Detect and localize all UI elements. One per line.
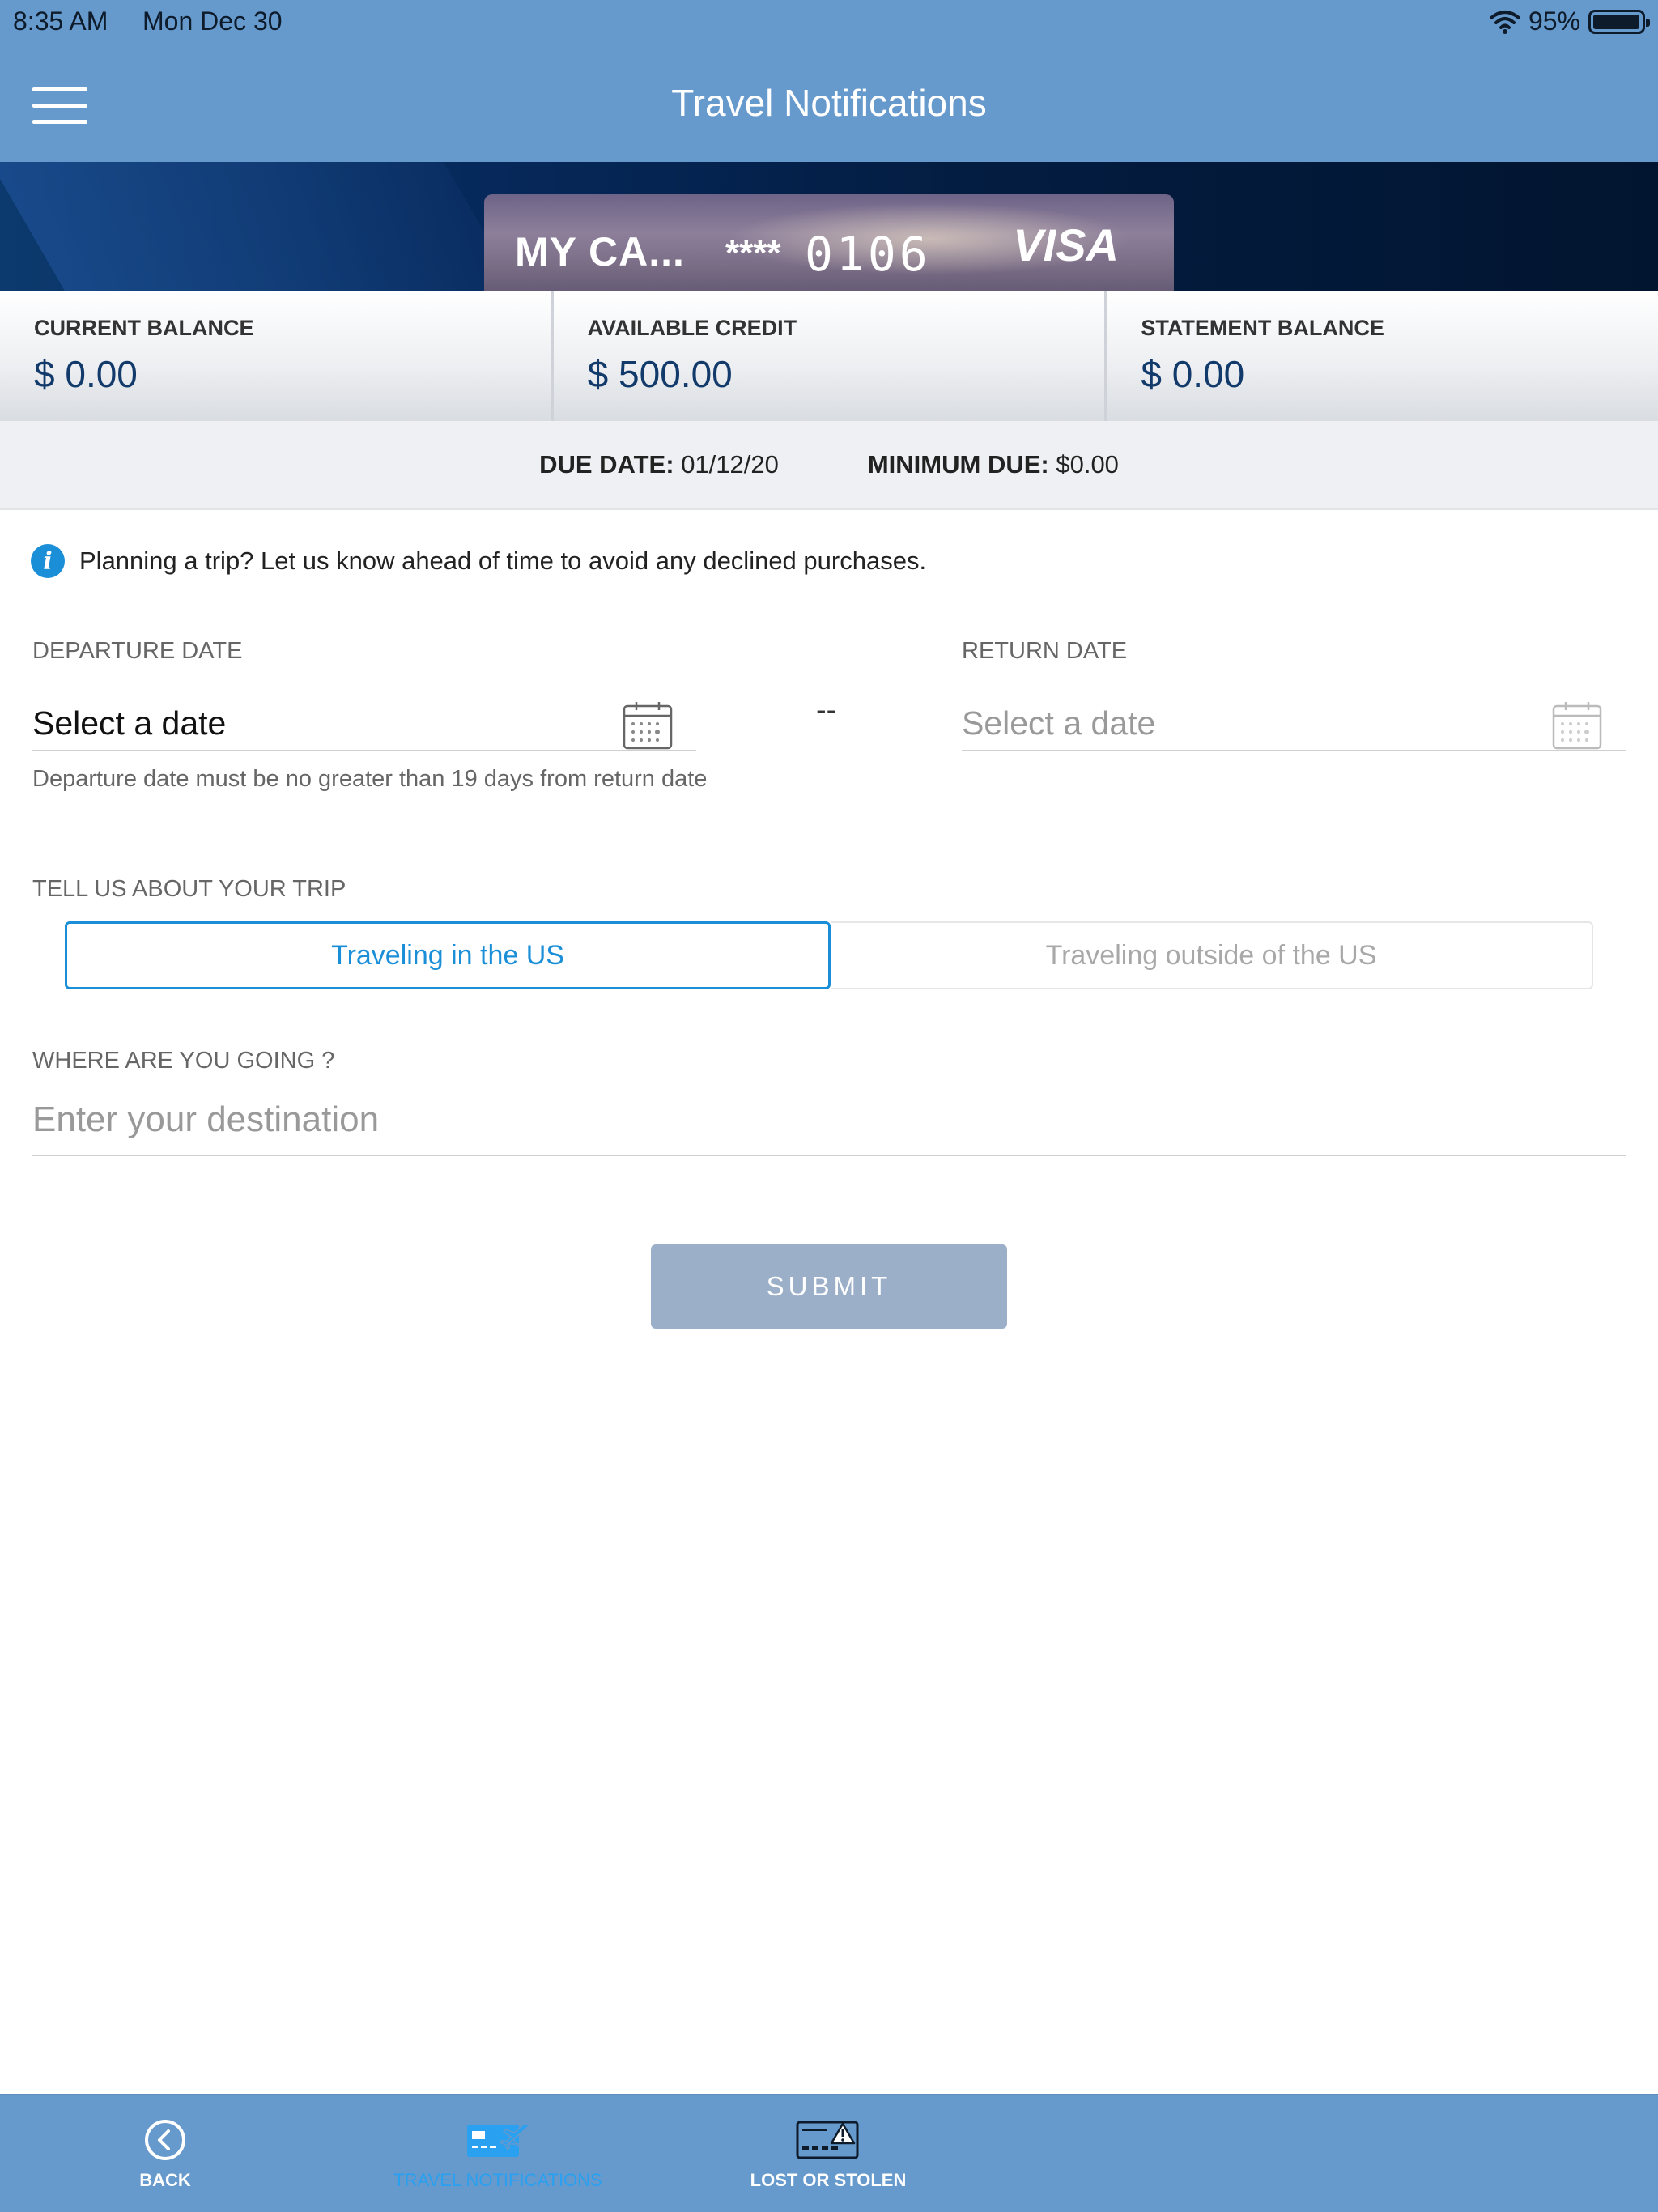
card-mask: **** xyxy=(725,233,781,273)
return-date-field[interactable]: Select a date xyxy=(962,678,1626,751)
traveling-outside-us-option[interactable]: Traveling outside of the US xyxy=(831,921,1593,989)
credit-card-image[interactable]: MY CA... **** 0106 VISA xyxy=(484,194,1174,291)
balance-label: STATEMENT BALANCE xyxy=(1141,316,1384,340)
return-date-label: RETURN DATE xyxy=(962,638,1128,664)
back-icon xyxy=(145,2120,185,2160)
info-text: Planning a trip? Let us know ahead of ti… xyxy=(79,547,927,575)
balance-value: $ 0.00 xyxy=(34,353,138,395)
balances-row: CURRENT BALANCE $ 0.00 AVAILABLE CREDIT … xyxy=(0,291,1658,421)
minimum-due-value: $0.00 xyxy=(1056,450,1119,479)
balance-value: $ 0.00 xyxy=(1141,353,1245,395)
app-root: 8:35 AM Mon Dec 30 95% Travel Notificati… xyxy=(0,0,1658,2212)
departure-date-field[interactable]: Select a date xyxy=(32,678,696,751)
current-balance: CURRENT BALANCE $ 0.00 xyxy=(0,291,551,421)
top-bar: 8:35 AM Mon Dec 30 95% Travel Notificati… xyxy=(0,0,1658,162)
tab-label: BACK xyxy=(139,2170,191,2190)
tab-label: TRAVEL NOTIFICATIONS xyxy=(393,2170,602,2190)
calendar-icon[interactable] xyxy=(1551,700,1603,751)
page-title: Travel Notifications xyxy=(671,82,987,124)
bottom-tab-bar: BACK TRAVEL NOTIFICATIONS LOST OR STOLEN xyxy=(0,2094,1658,2212)
status-indicators: 95% xyxy=(1489,6,1650,36)
due-row: DUE DATE: 01/12/20 MINIMUM DUE: $0.00 xyxy=(0,421,1658,510)
trip-type-toggle: Traveling in the US Traveling outside of… xyxy=(65,921,1593,989)
tab-back[interactable]: BACK xyxy=(125,2095,206,2212)
due-date-label: DUE DATE: xyxy=(539,450,674,479)
banner-stripe xyxy=(0,162,538,291)
status-date: Mon Dec 30 xyxy=(142,6,283,36)
date-separator: -- xyxy=(816,693,837,727)
battery-percent: 95% xyxy=(1528,6,1580,36)
minimum-due-label: MINIMUM DUE: xyxy=(867,450,1049,479)
wifi-icon xyxy=(1489,10,1520,34)
departure-date-label: DEPARTURE DATE xyxy=(32,638,243,664)
card-plane-icon xyxy=(467,2121,530,2157)
visa-logo: VISA xyxy=(1013,219,1119,270)
balance-value: $ 500.00 xyxy=(587,353,733,395)
card-banner: MY CA... **** 0106 VISA xyxy=(0,162,1658,291)
calendar-icon[interactable] xyxy=(622,700,674,751)
info-message: i Planning a trip? Let us know ahead of … xyxy=(31,544,926,578)
battery-icon xyxy=(1588,9,1650,34)
card-name: MY CA... xyxy=(515,229,685,274)
card-warning-icon xyxy=(796,2121,859,2159)
tab-label: LOST OR STOLEN xyxy=(750,2170,907,2190)
trip-label: TELL US ABOUT YOUR TRIP xyxy=(32,876,346,902)
info-icon: i xyxy=(31,544,65,578)
date-hint: Departure date must be no greater than 1… xyxy=(32,766,708,792)
due-date: DUE DATE: 01/12/20 xyxy=(539,450,779,479)
tab-lost-or-stolen[interactable]: LOST OR STOLEN xyxy=(743,2095,913,2212)
available-credit: AVAILABLE CREDIT $ 500.00 xyxy=(551,291,1105,421)
statement-balance: STATEMENT BALANCE $ 0.00 xyxy=(1104,291,1658,421)
departure-date-value: Select a date xyxy=(32,704,227,742)
balance-label: AVAILABLE CREDIT xyxy=(587,316,797,340)
due-date-value: 01/12/20 xyxy=(681,450,779,479)
tab-travel-notifications[interactable]: TRAVEL NOTIFICATIONS xyxy=(389,2095,607,2212)
status-time: 8:35 AM xyxy=(13,6,108,36)
card-last4: 0106 xyxy=(805,227,931,282)
destination-label: WHERE ARE YOU GOING ? xyxy=(32,1048,335,1074)
destination-input[interactable] xyxy=(32,1085,1626,1156)
traveling-in-us-option[interactable]: Traveling in the US xyxy=(65,921,831,989)
submit-button[interactable]: SUBMIT xyxy=(651,1244,1007,1329)
return-date-value: Select a date xyxy=(962,704,1156,742)
balance-label: CURRENT BALANCE xyxy=(34,316,254,340)
minimum-due: MINIMUM DUE: $0.00 xyxy=(868,450,1119,479)
